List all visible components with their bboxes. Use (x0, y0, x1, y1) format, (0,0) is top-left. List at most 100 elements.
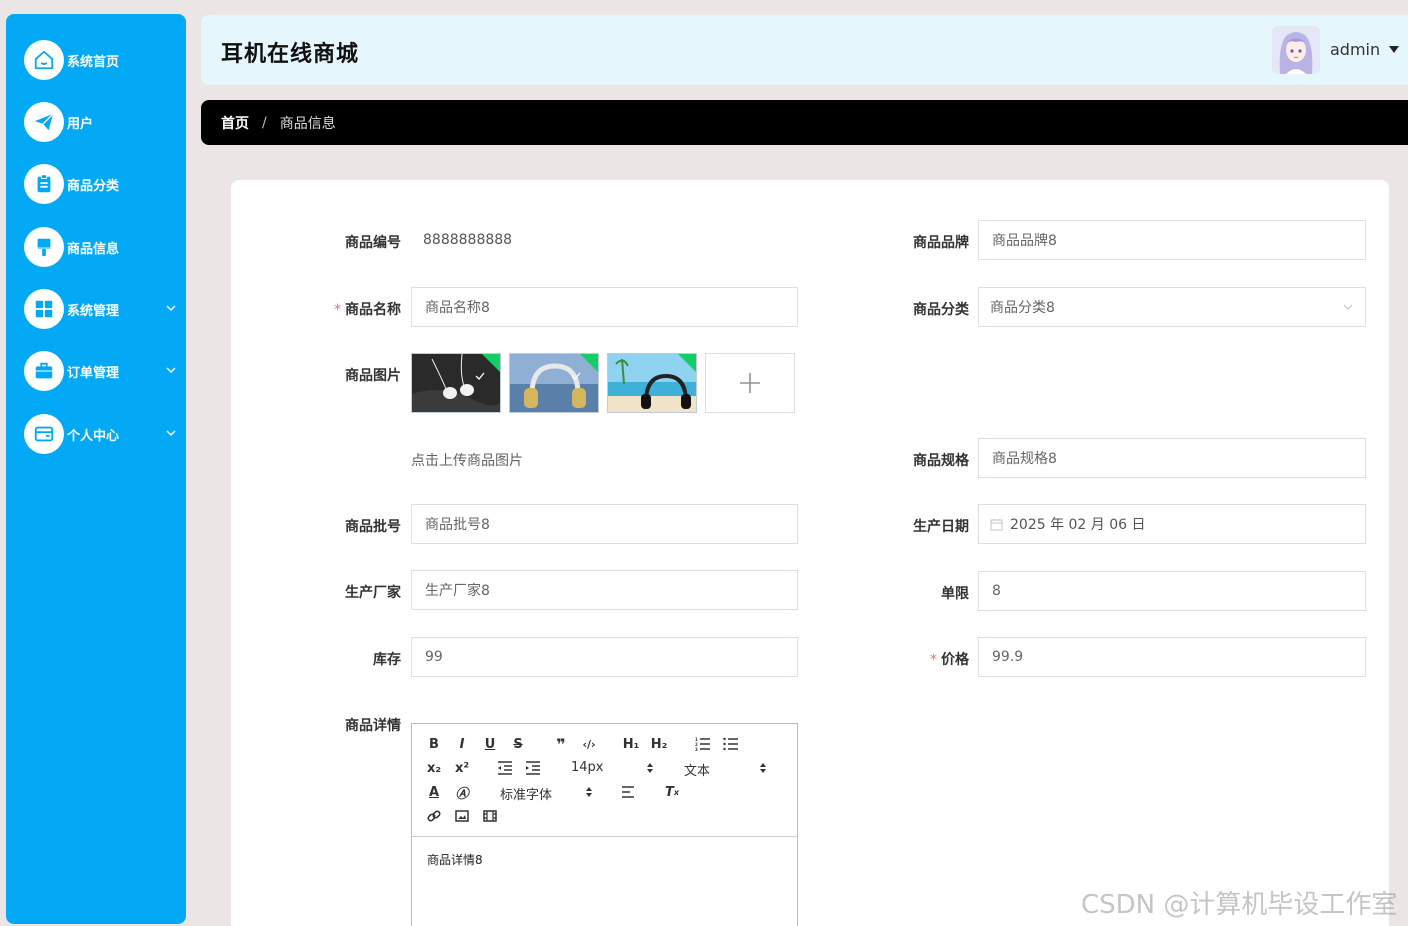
font-size-select[interactable]: 14px (571, 760, 604, 775)
production-date-value: 2025 年 02 月 06 日 (1010, 517, 1146, 533)
details-value: 商品详情8 (427, 853, 483, 867)
batch-label: 商品批号 (345, 519, 401, 535)
images-label: 商品图片 (345, 368, 401, 384)
clipboard-icon (24, 164, 64, 204)
grid-icon (24, 289, 64, 329)
code-block-button[interactable]: ‹/› (579, 735, 599, 753)
manufacturer-label: 生产厂家 (345, 585, 401, 601)
italic-button[interactable]: I (452, 735, 472, 753)
brand-label: 商品品牌 (913, 235, 969, 251)
outdent-icon[interactable] (495, 759, 515, 777)
production-date-picker[interactable]: 2025 年 02 月 06 日 (978, 504, 1366, 544)
wallet-icon (24, 414, 64, 454)
sidebar-item-label: 个人中心 (67, 428, 120, 444)
top-header: 耳机在线商城 admin (201, 15, 1408, 85)
production-date-label: 生产日期 (913, 519, 969, 535)
sidebar-item-label: 系统首页 (67, 54, 120, 70)
sidebar-item-users[interactable]: 用户 (24, 102, 184, 142)
editor-toolbar: B I U S ❞ ‹/› H₁ H₂ 123 x₂ x² 14px 文本 A … (412, 724, 797, 837)
upload-image-button[interactable] (705, 353, 795, 413)
breadcrumb-current: 商品信息 (279, 115, 336, 132)
sidebar-item-products[interactable]: 商品信息 (24, 227, 184, 267)
stock-label: 库存 (373, 652, 401, 668)
underline-button[interactable]: U (480, 735, 500, 753)
batch-field[interactable]: 商品批号8 (411, 504, 798, 544)
font-color-button[interactable]: A (424, 783, 444, 801)
limit-field[interactable]: 8 (978, 571, 1366, 611)
sidebar: 系统首页 用户 商品分类 商品信息 系统管理 订单管理 个人中心 (6, 14, 186, 924)
manufacturer-field[interactable]: 生产厂家8 (411, 570, 798, 610)
sidebar-item-orders[interactable]: 订单管理 (24, 351, 184, 391)
clear-format-button[interactable]: Tx (662, 783, 682, 801)
name-label-wrap: * 商品名称 (334, 299, 401, 319)
product-image-1[interactable] (411, 353, 501, 413)
ordered-list-icon[interactable]: 123 (693, 735, 713, 753)
watermark: CSDN @计算机毕设工作室 (1081, 890, 1398, 920)
bullet-list-icon[interactable] (721, 735, 741, 753)
brand-field[interactable]: 商品品牌8 (978, 220, 1366, 260)
brand-value: 商品品牌8 (992, 233, 1057, 249)
category-select[interactable]: 商品分类8 (978, 287, 1366, 327)
limit-value: 8 (992, 583, 1001, 599)
product-image-2[interactable] (509, 353, 599, 413)
sidebar-item-label: 商品分类 (67, 178, 120, 194)
select-arrows-icon (760, 763, 766, 773)
superscript-button[interactable]: x² (452, 759, 472, 777)
header1-button[interactable]: H₁ (621, 735, 641, 753)
avatar[interactable] (1272, 26, 1320, 74)
user-name[interactable]: admin (1330, 40, 1380, 59)
chevron-down-icon[interactable] (165, 364, 177, 376)
brush-icon (24, 227, 64, 267)
font-family-select[interactable]: 标准字体 (500, 784, 552, 803)
editor-content[interactable]: 商品详情8 (412, 837, 797, 882)
calendar-icon (990, 518, 1003, 530)
indent-icon[interactable] (523, 759, 543, 777)
select-arrows-icon (647, 763, 653, 773)
sidebar-item-home[interactable]: 系统首页 (24, 40, 184, 80)
chevron-down-icon[interactable] (165, 427, 177, 439)
sidebar-item-categories[interactable]: 商品分类 (24, 164, 184, 204)
breadcrumb-home-link[interactable]: 首页 (221, 113, 249, 133)
strike-button[interactable]: S (508, 735, 528, 753)
background-color-button[interactable]: Ⓐ (452, 783, 472, 802)
name-value: 商品名称8 (425, 300, 490, 316)
plus-icon (740, 373, 760, 393)
subscript-button[interactable]: x₂ (424, 759, 444, 777)
chevron-down-icon (1343, 304, 1353, 310)
sidebar-item-label: 系统管理 (67, 303, 120, 319)
caret-down-icon[interactable] (1389, 46, 1399, 53)
briefcase-icon (24, 351, 64, 391)
video-icon[interactable] (480, 807, 500, 825)
header-select[interactable]: 文本 (684, 760, 710, 779)
spec-field[interactable]: 商品规格8 (978, 438, 1366, 478)
link-icon[interactable] (424, 807, 444, 825)
spec-value: 商品规格8 (992, 451, 1057, 467)
required-mark: * (930, 652, 937, 668)
price-label-wrap: * 价格 (930, 649, 969, 669)
header2-button[interactable]: H₂ (649, 735, 669, 753)
sidebar-item-profile[interactable]: 个人中心 (24, 414, 184, 454)
rich-text-editor: B I U S ❞ ‹/› H₁ H₂ 123 x₂ x² 14px 文本 A … (411, 723, 798, 926)
upload-hint: 点击上传商品图片 (411, 453, 523, 469)
stock-field[interactable]: 99 (411, 637, 798, 677)
code-value: 8888888888 (423, 232, 513, 248)
price-label: 价格 (941, 652, 969, 668)
bold-button[interactable]: B (424, 735, 444, 753)
paper-plane-icon (24, 102, 64, 142)
sidebar-item-system[interactable]: 系统管理 (24, 289, 184, 329)
select-arrows-icon (586, 787, 592, 797)
blockquote-button[interactable]: ❞ (551, 735, 571, 754)
image-icon[interactable] (452, 807, 472, 825)
sidebar-item-label: 用户 (67, 116, 94, 132)
required-mark: * (334, 302, 341, 318)
stock-value: 99 (425, 649, 443, 665)
align-left-icon[interactable] (618, 783, 638, 801)
price-field[interactable]: 99.9 (978, 637, 1366, 677)
product-image-3[interactable] (607, 353, 697, 413)
price-value: 99.9 (992, 649, 1024, 665)
name-field[interactable]: 商品名称8 (411, 287, 798, 327)
chevron-down-icon[interactable] (165, 302, 177, 314)
product-form-card: 商品编号 8888888888 商品品牌 商品品牌8 * 商品名称 商品名称8 商… (231, 180, 1389, 926)
limit-label: 单限 (941, 586, 969, 602)
code-label: 商品编号 (345, 235, 401, 251)
